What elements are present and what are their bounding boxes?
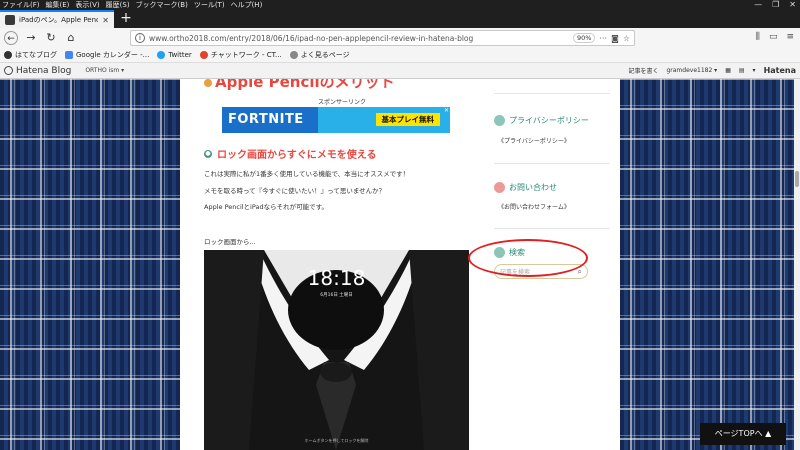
scrollbar-thumb[interactable] (795, 171, 799, 187)
page-scrollbar[interactable] (794, 63, 800, 450)
new-tab-button[interactable]: + (118, 10, 134, 28)
user-menu[interactable]: gramdeve1182 ▾ (666, 67, 717, 74)
hatena-logo-icon (4, 66, 13, 75)
menu-edit[interactable]: 編集(E) (46, 0, 70, 10)
blog-name-dropdown[interactable]: ORTHO ism ▾ (85, 67, 124, 74)
privacy-heading-text: プライバシーポリシー (509, 116, 589, 125)
menu-bookmarks[interactable]: ブックマーク(B) (136, 0, 188, 10)
zoom-level[interactable]: 90% (572, 33, 596, 43)
close-window-button[interactable]: ✕ (789, 0, 796, 10)
paragraph: Apple PencilとiPadならそれが可能です。 (204, 203, 328, 211)
ad-cta[interactable]: 基本プレイ無料 (375, 113, 440, 126)
url-text[interactable]: www.ortho2018.com/entry/2018/06/16/ipad-… (149, 34, 569, 43)
minimize-button[interactable]: — (754, 0, 762, 10)
bookmark-chatwork[interactable]: チャットワーク - CT... (199, 50, 282, 60)
gear-icon (289, 51, 298, 59)
ipad-clock: 18:18 (307, 266, 366, 290)
page-actions-icon[interactable]: ··· (599, 34, 607, 43)
plaid-background-left (0, 63, 180, 450)
ad-title: FORTNITE (228, 112, 304, 127)
bookmark-frequent[interactable]: よく見るページ (289, 50, 350, 60)
bookmark-label: よく見るページ (300, 51, 350, 59)
menu-tools[interactable]: ツール(T) (194, 0, 225, 10)
reload-icon[interactable]: ↻ (44, 31, 58, 45)
ipad-unlock-hint: ホームボタンを押してロックを解除 (304, 438, 369, 443)
menu-help[interactable]: ヘルプ(H) (231, 0, 263, 10)
hatena-toolbar: Hatena Blog ORTHO ism ▾ 記事を書く gramdeve11… (0, 63, 800, 79)
image-caption: ロック画面から... (204, 238, 256, 246)
bookmark-hatena-blog[interactable]: はてなブログ (4, 50, 57, 60)
hatena-logo-text: Hatena Blog (16, 65, 72, 76)
home-icon[interactable]: ⌂ (64, 31, 78, 45)
apps-grid-icon[interactable]: ▦ (725, 67, 731, 74)
url-bar[interactable]: i www.ortho2018.com/entry/2018/06/16/ipa… (130, 30, 635, 46)
privacy-heading: プライバシーポリシー (494, 115, 589, 126)
sidebar-toggle-icon[interactable]: ▭ (769, 32, 778, 42)
browser-tab[interactable]: iPadのペン。Apple Pencil今更 ✕ (0, 10, 114, 28)
bookmark-label: チャットワーク - CT... (210, 51, 282, 59)
window-controls: — ❐ ✕ (754, 0, 796, 10)
menu-history[interactable]: 履歴(S) (106, 0, 130, 10)
ipad-date: 6月16日 土曜日 (320, 293, 353, 298)
tab-title: iPadのペン。Apple Pencil今更 (19, 16, 99, 24)
twitter-icon (157, 51, 166, 59)
menu-view[interactable]: 表示(V) (75, 0, 99, 10)
ipad-lockscreen-image: iPad ✈ 100% 18:18 6月16日 土曜日 ホームボタンを押してロッ… (204, 250, 469, 450)
link-icon (494, 115, 505, 126)
bookmark-star-icon[interactable]: ☆ (623, 34, 630, 43)
hatena-blog-icon (4, 51, 12, 59)
page-top-button[interactable]: ページTOPへ ▲ (700, 423, 786, 445)
maximize-button[interactable]: ❐ (772, 0, 779, 10)
privacy-policy-link[interactable]: 《プライバシーポリシー》 (498, 136, 570, 145)
section-heading-text: ロック画面からすぐにメモを使える (217, 150, 377, 161)
bookmark-label: はてなブログ (15, 51, 57, 59)
hatena-brand[interactable]: Hatena (764, 66, 796, 75)
heading-dot-icon (204, 79, 212, 87)
contact-heading: お問い合わせ (494, 182, 557, 193)
bookmark-label: Google カレンダー -... (76, 51, 150, 59)
forward-arrow-icon[interactable]: → (24, 31, 38, 45)
divider (494, 163, 610, 164)
sponsor-label: スポンサーリンク (318, 99, 367, 106)
title-bar: ファイル(F) 編集(E) 表示(V) 履歴(S) ブックマーク(B) ツール(… (0, 0, 800, 28)
contact-heading-text: お問い合わせ (509, 183, 557, 192)
library-icon[interactable]: ⫼ (756, 32, 760, 42)
link-icon (494, 182, 505, 193)
plaid-background-right (620, 63, 800, 450)
bookmark-google-calendar[interactable]: Google カレンダー -... (65, 50, 149, 60)
section-heading: ● ロック画面からすぐにメモを使える (204, 146, 377, 161)
ad-close-icon[interactable]: ✕ (444, 107, 449, 114)
contact-form-link[interactable]: 《お問い合わせフォーム》 (498, 202, 570, 211)
write-article-link[interactable]: 記事を書く (628, 66, 658, 75)
divider (494, 93, 610, 94)
favicon-icon (5, 15, 15, 25)
toolbar-right: ⫼ ▭ ≡ (756, 32, 794, 42)
bookmark-twitter[interactable]: Twitter (157, 51, 192, 59)
hamburger-menu-icon[interactable]: ≡ (786, 32, 794, 42)
paragraph: これは実際に私が1番多く使用している機能で、本当にオススメです！ (204, 170, 410, 178)
hatena-toolbar-right: 記事を書く gramdeve1182 ▾ ▦ ▤ ▾ Hatena (628, 66, 796, 75)
hatena-blog-logo[interactable]: Hatena Blog (4, 66, 71, 76)
web-page: Hatena Blog ORTHO ism ▾ 記事を書く gramdeve11… (0, 63, 800, 450)
navigation-bar: ← → ↻ ⌂ i www.ortho2018.com/entry/2018/0… (0, 28, 800, 48)
pocket-icon[interactable]: ◙ (611, 34, 619, 43)
divider (494, 228, 610, 229)
back-arrow-icon[interactable]: ← (4, 31, 18, 45)
chatwork-icon (199, 51, 208, 59)
bookmarks-toolbar: はてなブログ Google カレンダー -... Twitter チャットワーク… (0, 48, 800, 63)
site-info-icon[interactable]: i (135, 33, 145, 43)
menu-bar: ファイル(F) 編集(E) 表示(V) 履歴(S) ブックマーク(B) ツール(… (2, 0, 262, 10)
menu-file[interactable]: ファイル(F) (2, 0, 40, 10)
ad-banner[interactable]: FORTNITE 基本プレイ無料 ✕ (222, 107, 450, 133)
messages-icon[interactable]: ▾ (753, 67, 756, 74)
bookmark-label: Twitter (168, 51, 192, 59)
annotation-circle (468, 239, 588, 277)
notifications-icon[interactable]: ▤ (739, 67, 745, 74)
paragraph: メモを取る時って『今すぐに使いたい！』って思いませんか？ (204, 187, 386, 195)
google-calendar-icon (65, 51, 73, 59)
bullet-icon: ● (204, 149, 212, 158)
close-tab-icon[interactable]: ✕ (102, 16, 109, 25)
